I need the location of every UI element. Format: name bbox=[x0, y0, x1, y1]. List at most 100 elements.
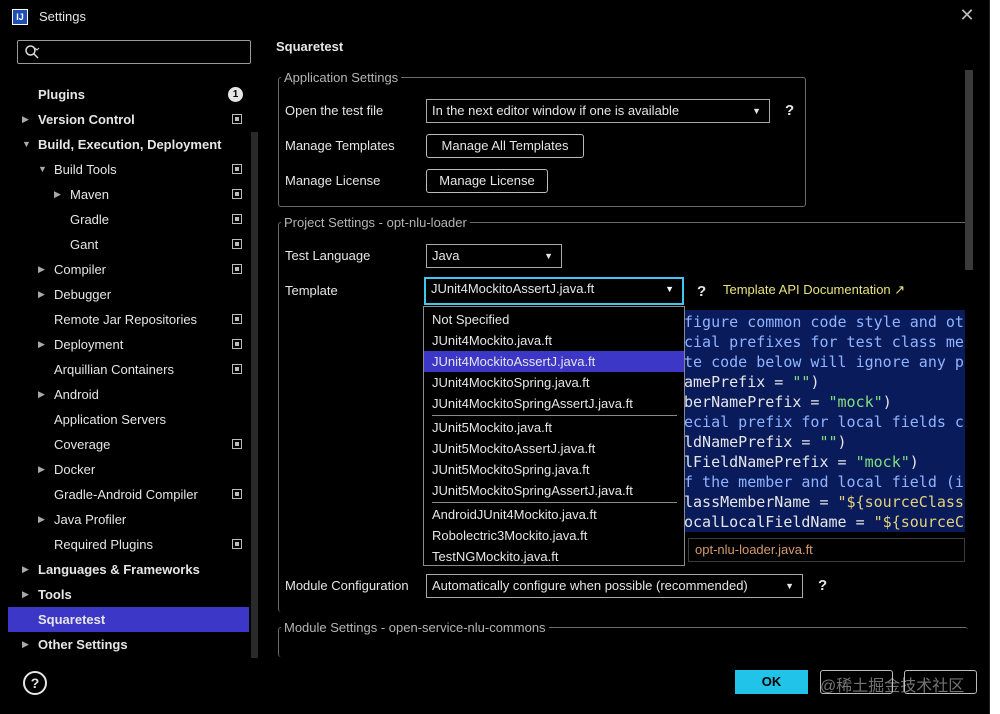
sidebar-item-gradle-android-compiler[interactable]: Gradle-Android Compiler bbox=[8, 482, 249, 507]
sidebar-item-build-tools[interactable]: ▼ Build Tools bbox=[8, 157, 249, 182]
code-token: "${sourceC bbox=[873, 513, 964, 531]
application-settings-title: Application Settings bbox=[281, 70, 402, 85]
sidebar-item-other-settings[interactable]: ▶ Other Settings bbox=[8, 632, 249, 657]
sidebar-item-languages-frameworks[interactable]: ▶ Languages & Frameworks bbox=[8, 557, 249, 582]
project-scope-icon bbox=[232, 364, 242, 374]
chevron-right-icon[interactable]: ▶ bbox=[38, 257, 45, 282]
test-language-label: Test Language bbox=[285, 248, 371, 263]
help-icon[interactable]: ? bbox=[697, 283, 706, 300]
template-option[interactable]: JUnit4MockitoAssertJ.java.ft bbox=[424, 351, 684, 372]
project-scope-icon bbox=[232, 264, 242, 274]
settings-tree: Plugins 1 ▶ Version Control ▼ Build, Executio… bbox=[8, 82, 249, 660]
sidebar-item-debugger[interactable]: ▶ Debugger bbox=[8, 282, 249, 307]
project-scope-icon bbox=[232, 489, 242, 499]
help-icon[interactable]: ? bbox=[785, 102, 794, 119]
manage-license-button[interactable]: Manage License bbox=[426, 169, 548, 193]
template-option[interactable]: AndroidJUnit4Mockito.java.ft bbox=[424, 504, 684, 525]
code-line: lFieldNamePrefix = "mock") bbox=[684, 452, 919, 472]
code-token: ) bbox=[909, 453, 919, 471]
close-icon[interactable]: ✕ bbox=[957, 5, 977, 27]
code-token: "mock" bbox=[855, 453, 910, 471]
sidebar-item-squaretest[interactable]: Squaretest bbox=[8, 607, 249, 632]
sidebar-item-label: Debugger bbox=[54, 287, 112, 302]
template-option[interactable]: JUnit5Mockito.java.ft bbox=[424, 417, 684, 438]
template-preview-editor[interactable]: figure common code style and ot cial pref… bbox=[684, 310, 965, 532]
template-option[interactable]: JUnit5MockitoSpring.java.ft bbox=[424, 459, 684, 480]
module-configuration-select[interactable]: Automatically configure when possible (r… bbox=[426, 574, 803, 598]
code-token: ocalLocalFieldName = bbox=[684, 513, 874, 531]
sidebar-item-gradle[interactable]: Gradle bbox=[8, 207, 249, 232]
template-option[interactable]: TestNGMockito.java.ft bbox=[424, 546, 684, 567]
template-api-documentation-link[interactable]: Template API Documentation ↗ bbox=[723, 282, 905, 298]
chevron-right-icon[interactable]: ▶ bbox=[38, 282, 45, 307]
code-token: ) bbox=[810, 373, 820, 391]
ok-button[interactable]: OK bbox=[735, 670, 808, 694]
chevron-right-icon[interactable]: ▶ bbox=[38, 332, 45, 357]
code-line: f the member and local field (i bbox=[684, 472, 964, 492]
code-line: amePrefix = "") bbox=[684, 372, 819, 392]
chevron-down-icon[interactable]: ▼ bbox=[22, 132, 31, 157]
code-token: "${sourceClass bbox=[837, 493, 964, 511]
chevron-right-icon[interactable]: ▶ bbox=[38, 457, 45, 482]
code-token: lassMemberName = bbox=[684, 493, 838, 511]
code-token: te code below will ignore any p bbox=[684, 353, 964, 371]
sidebar-item-maven[interactable]: ▶ Maven bbox=[8, 182, 249, 207]
sidebar-item-deployment[interactable]: ▶ Deployment bbox=[8, 332, 249, 357]
chevron-right-icon[interactable]: ▶ bbox=[54, 182, 61, 207]
template-option[interactable]: JUnit4MockitoSpringAssertJ.java.ft bbox=[424, 393, 684, 414]
template-option[interactable]: Not Specified bbox=[424, 309, 684, 330]
open-test-file-select[interactable]: In the next editor window if one is avai… bbox=[426, 99, 770, 123]
help-icon[interactable]: ? bbox=[818, 577, 827, 594]
sidebar-item-label: Coverage bbox=[54, 437, 111, 452]
sidebar-item-arquillian-containers[interactable]: Arquillian Containers bbox=[8, 357, 249, 382]
sidebar-item-remote-jar-repositories[interactable]: Remote Jar Repositories bbox=[8, 307, 249, 332]
sidebar-item-tools[interactable]: ▶ Tools bbox=[8, 582, 249, 607]
sidebar-item-required-plugins[interactable]: Required Plugins bbox=[8, 532, 249, 557]
template-option[interactable]: JUnit5MockitoAssertJ.java.ft bbox=[424, 438, 684, 459]
sidebar-item-label: Application Servers bbox=[54, 412, 166, 427]
sidebar-item-label: Gant bbox=[70, 237, 99, 252]
sidebar-item-compiler[interactable]: ▶ Compiler bbox=[8, 257, 249, 282]
chevron-right-icon[interactable]: ▶ bbox=[22, 632, 29, 657]
intellij-icon: IJ bbox=[12, 9, 28, 25]
sidebar-item-label: Deployment bbox=[54, 337, 124, 352]
sidebar-item-build-execution-deployment[interactable]: ▼ Build, Execution, Deployment bbox=[8, 132, 249, 157]
template-dropdown-list: Not Specified JUnit4Mockito.java.ft JUnit4… bbox=[423, 306, 685, 566]
code-line: lassMemberName = "${sourceClass bbox=[684, 492, 964, 512]
sidebar-item-version-control[interactable]: ▶ Version Control bbox=[8, 107, 249, 132]
sidebar-item-plugins[interactable]: Plugins 1 bbox=[8, 82, 249, 107]
chevron-down-icon[interactable]: ▼ bbox=[38, 157, 47, 182]
sidebar-item-label: Compiler bbox=[54, 262, 107, 277]
sidebar-item-coverage[interactable]: Coverage bbox=[8, 432, 249, 457]
template-select[interactable]: JUnit4MockitoAssertJ.java.ft ▼ bbox=[424, 277, 684, 305]
template-option[interactable]: JUnit5MockitoSpringAssertJ.java.ft bbox=[424, 480, 684, 501]
settings-dialog: IJ Settings ✕ Plugins 1 ▶ Version Control ▼ B… bbox=[0, 0, 990, 714]
test-language-select[interactable]: Java ▼ bbox=[426, 244, 562, 268]
sidebar-item-application-servers[interactable]: Application Servers bbox=[8, 407, 249, 432]
search-icon bbox=[25, 45, 40, 59]
template-option[interactable]: Robolectric3Mockito.java.ft bbox=[424, 525, 684, 546]
template-label: Template bbox=[285, 283, 338, 298]
chevron-right-icon[interactable]: ▶ bbox=[22, 107, 29, 132]
sidebar-scrollbar[interactable] bbox=[251, 132, 258, 658]
template-option[interactable]: JUnit4MockitoSpring.java.ft bbox=[424, 372, 684, 393]
sidebar-item-java-profiler[interactable]: ▶ Java Profiler bbox=[8, 507, 249, 532]
sidebar-item-docker[interactable]: ▶ Docker bbox=[8, 457, 249, 482]
manage-all-templates-button[interactable]: Manage All Templates bbox=[426, 134, 584, 158]
scrollbar-thumb[interactable] bbox=[965, 70, 973, 270]
chevron-right-icon[interactable]: ▶ bbox=[38, 382, 45, 407]
template-file-field[interactable]: opt-nlu-loader.java.ft bbox=[688, 538, 965, 562]
chevron-right-icon[interactable]: ▶ bbox=[22, 557, 29, 582]
template-option[interactable]: JUnit4Mockito.java.ft bbox=[424, 330, 684, 351]
help-button[interactable]: ? bbox=[23, 671, 47, 695]
project-scope-icon bbox=[232, 339, 242, 349]
sidebar-item-gant[interactable]: Gant bbox=[8, 232, 249, 257]
content-scrollbar[interactable] bbox=[965, 70, 973, 650]
sidebar-item-android[interactable]: ▶ Android bbox=[8, 382, 249, 407]
search-input[interactable] bbox=[17, 40, 251, 64]
project-scope-icon bbox=[232, 314, 242, 324]
code-token: "" bbox=[819, 433, 838, 451]
chevron-right-icon[interactable]: ▶ bbox=[38, 507, 45, 532]
project-scope-icon bbox=[232, 239, 242, 249]
chevron-right-icon[interactable]: ▶ bbox=[22, 582, 29, 607]
